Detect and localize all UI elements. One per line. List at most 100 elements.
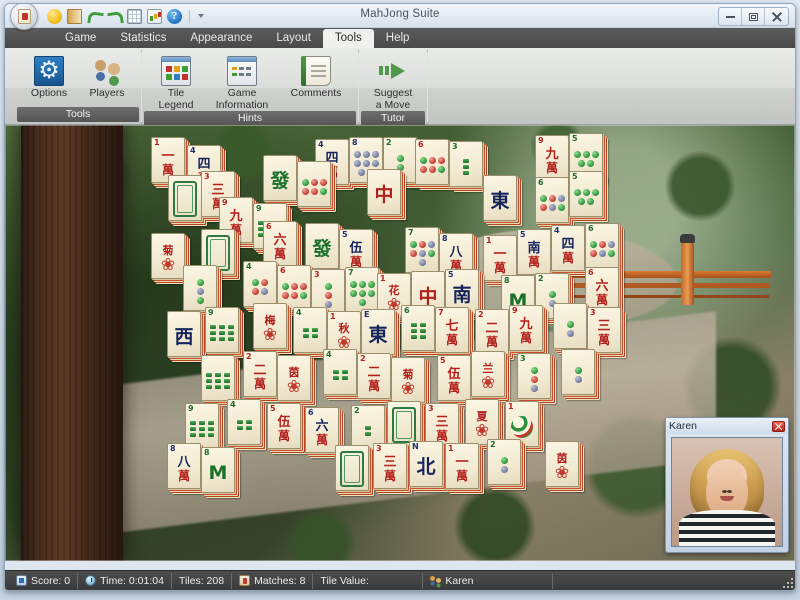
player-panel-close-button[interactable] <box>772 420 785 432</box>
mahjong-tile[interactable]: 1一萬 <box>445 443 479 489</box>
tile-face <box>406 235 438 271</box>
mahjong-tile[interactable]: 7 <box>345 267 379 313</box>
mahjong-tile[interactable]: 兰 ❀ <box>471 351 505 397</box>
player-panel[interactable]: Karen <box>665 417 789 553</box>
mahjong-tile[interactable]: 東 <box>483 175 517 221</box>
tile-face: 東 <box>484 183 516 219</box>
status-score-label: Score: 0 <box>31 574 71 587</box>
mahjong-tile[interactable]: 7七萬 <box>435 307 469 353</box>
mahjong-tile[interactable]: 發 <box>305 223 339 269</box>
mahjong-tile[interactable]: 4 <box>293 307 327 353</box>
tab-tools[interactable]: Tools <box>322 29 374 48</box>
mahjong-tile[interactable]: 菊 ❀ <box>391 357 425 403</box>
game-information-button[interactable]: Game Information <box>206 54 278 111</box>
status-score: Score: 0 <box>9 572 79 589</box>
suggest-move-button[interactable]: Suggest a Move <box>365 54 421 111</box>
mahjong-tile[interactable] <box>183 265 217 311</box>
mahjong-tile[interactable]: N北 <box>409 441 443 487</box>
mahjong-tile[interactable]: 發 <box>263 155 297 201</box>
mahjong-tile[interactable]: 8八萬 <box>167 443 201 489</box>
tile-symbol: 八 <box>449 245 463 260</box>
tile-face: 發 <box>306 231 338 267</box>
tile-symbol: 三 <box>211 183 225 198</box>
comments-button[interactable]: Comments <box>280 54 352 100</box>
mahjong-tile[interactable]: 2 <box>487 439 521 485</box>
mahjong-tile[interactable]: 2二萬 <box>357 353 391 399</box>
clock-icon <box>85 575 97 586</box>
mahjong-tile[interactable]: 6 <box>535 177 569 223</box>
tile-legend-label-1: Tile <box>167 87 185 99</box>
mahjong-tile[interactable] <box>553 303 587 349</box>
ribbon-group-hints-label: Hints <box>144 111 356 126</box>
tile-season-label: 菊 <box>402 367 414 381</box>
resize-grip[interactable] <box>779 574 793 588</box>
mahjong-tile[interactable]: 6 <box>415 139 449 185</box>
mahjong-tile[interactable]: 6 <box>401 305 435 351</box>
tile-face <box>554 311 586 347</box>
mahjong-tile[interactable]: 中 <box>367 169 401 215</box>
options-button[interactable]: Options <box>21 54 77 100</box>
game-board[interactable]: 1一萬4四萬4四萬82639九萬53三萬發中東659九萬9菊❀6六萬發5伍萬78… <box>5 125 795 561</box>
tile-legend-button[interactable]: Tile Legend <box>148 54 204 111</box>
mahjong-tile[interactable]: 5 <box>569 171 603 217</box>
ribbon-group-tutor: Suggest a Move Tutor <box>359 50 428 126</box>
mahjong-tile[interactable]: 3三萬 <box>373 443 407 489</box>
mahjong-tile[interactable]: 梅 ❀ <box>253 303 287 349</box>
tab-appearance[interactable]: Appearance <box>178 29 264 48</box>
mahjong-tile[interactable] <box>561 349 595 395</box>
close-button[interactable] <box>765 8 788 25</box>
mahjong-tile[interactable]: 9 <box>205 307 239 353</box>
mahjong-tile[interactable]: 5南萬 <box>517 229 551 275</box>
minimize-button[interactable] <box>719 8 742 25</box>
mahjong-tile[interactable]: 西 <box>167 311 201 357</box>
tile-face <box>562 357 594 393</box>
mahjong-tile[interactable]: 5伍萬 <box>267 403 301 449</box>
mahjong-tile[interactable]: E東 <box>361 309 395 355</box>
player-name: Karen <box>669 420 698 432</box>
mahjong-tile[interactable] <box>201 355 235 401</box>
tab-game[interactable]: Game <box>53 29 108 48</box>
mahjong-tile[interactable]: 3三萬 <box>587 307 621 353</box>
maximize-button[interactable] <box>742 8 765 25</box>
tile-face: 茵 ❀ <box>546 449 578 485</box>
tile-season-label: 茵 <box>556 451 568 465</box>
main-window: ? MahJong Suite Game Statistics Appearan… <box>4 3 796 591</box>
players-label: Players <box>89 87 125 99</box>
tab-layout[interactable]: Layout <box>264 29 323 48</box>
tile-face <box>346 275 378 311</box>
status-player-label: Karen <box>445 574 474 587</box>
tab-help[interactable]: Help <box>374 29 422 48</box>
mahjong-tile[interactable]: 8M <box>201 447 235 493</box>
tile-green-dragon: M <box>208 461 228 484</box>
tile-symbol: 三 <box>597 319 611 334</box>
tile-back <box>173 181 197 217</box>
mahjong-tile[interactable]: 4 <box>323 349 357 395</box>
mahjong-tile[interactable]: 茵 ❀ <box>277 355 311 401</box>
mahjong-tile[interactable] <box>168 175 202 221</box>
mahjong-tile[interactable]: 茵 ❀ <box>545 441 579 487</box>
mahjong-tile[interactable]: 4 <box>243 261 277 307</box>
tile-symbol: 伍 <box>447 367 461 382</box>
mahjong-tile[interactable] <box>335 445 369 491</box>
mahjong-tile[interactable]: 3 <box>449 141 483 187</box>
mahjong-tile[interactable]: 3 <box>517 353 551 399</box>
mahjong-tile[interactable]: 9九萬 <box>535 135 569 181</box>
mahjong-tile[interactable]: 4四萬 <box>551 225 585 271</box>
mahjong-tile[interactable] <box>297 161 331 207</box>
mahjong-tile[interactable]: 7 <box>405 227 439 273</box>
tile-face <box>570 179 602 215</box>
mahjong-tile[interactable]: 2二萬 <box>475 309 509 355</box>
mahjong-tile[interactable]: 菊 ❀ <box>151 233 185 279</box>
mahjong-tile[interactable]: 5伍萬 <box>437 355 471 401</box>
mahjong-tile[interactable]: 6六萬 <box>305 407 339 453</box>
tab-statistics[interactable]: Statistics <box>108 29 178 48</box>
mahjong-tile[interactable]: 9九萬 <box>509 305 543 351</box>
tile-face <box>184 273 216 309</box>
status-matches: Matches: 8 <box>232 572 314 589</box>
tile-flower-art: ❀ <box>554 462 570 483</box>
players-button[interactable]: Players <box>79 54 135 100</box>
mahjong-tile[interactable]: 6 <box>585 223 619 269</box>
game-information-label-1: Game <box>227 87 257 99</box>
mahjong-tile[interactable]: 4 <box>227 399 261 445</box>
mahjong-tile[interactable]: 2二萬 <box>243 351 277 397</box>
